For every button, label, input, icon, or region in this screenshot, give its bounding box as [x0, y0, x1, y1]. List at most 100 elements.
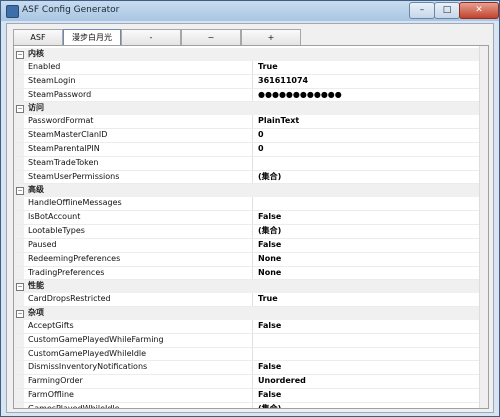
column-divider[interactable]: [252, 156, 253, 170]
property-row[interactable]: FarmOffline False: [14, 389, 488, 403]
category-label: 性能: [28, 281, 44, 291]
property-value[interactable]: None: [258, 267, 281, 280]
row-margin: [14, 333, 24, 347]
close-button[interactable]: ✕: [459, 2, 499, 19]
property-value[interactable]: None: [258, 253, 281, 266]
property-value[interactable]: (集合): [258, 225, 281, 238]
property-name: DismissInventoryNotifications: [28, 362, 148, 372]
property-value[interactable]: True: [258, 61, 278, 74]
category-header[interactable]: − 性能: [14, 280, 488, 294]
property-row[interactable]: SteamParentalPIN 0: [14, 142, 488, 157]
row-margin: [14, 375, 24, 389]
property-row[interactable]: SteamUserPermissions (集合): [14, 170, 488, 185]
category-header[interactable]: − 访问: [14, 102, 488, 116]
maximize-button[interactable]: □: [434, 2, 460, 19]
collapse-toggle-icon[interactable]: −: [16, 283, 24, 292]
collapse-toggle-icon[interactable]: −: [16, 187, 24, 196]
property-name: CardDropsRestricted: [28, 294, 111, 304]
column-divider[interactable]: [252, 170, 253, 184]
tab-rename-button[interactable]: ~: [181, 29, 241, 46]
property-value[interactable]: False: [258, 361, 281, 374]
property-value[interactable]: False: [258, 211, 281, 224]
property-row[interactable]: PasswordFormat PlainText: [14, 115, 488, 130]
property-value[interactable]: PlainText: [258, 115, 299, 128]
property-name: TradingPreferences: [28, 267, 105, 277]
column-divider[interactable]: [252, 333, 253, 347]
column-divider[interactable]: [252, 197, 253, 211]
property-row[interactable]: RedeemingPreferences None: [14, 252, 488, 267]
category-header[interactable]: − 内核: [14, 48, 488, 61]
column-divider[interactable]: [252, 74, 253, 88]
category-header[interactable]: − 杂项: [14, 307, 488, 320]
vertical-scrollbar[interactable]: [479, 46, 488, 408]
row-margin: [14, 211, 24, 224]
column-divider[interactable]: [252, 224, 253, 238]
property-row[interactable]: Enabled True: [14, 60, 488, 75]
property-row[interactable]: SteamMasterClanID 0: [14, 129, 488, 143]
property-row[interactable]: TradingPreferences None: [14, 266, 488, 281]
row-margin: [14, 115, 24, 129]
row-margin: [14, 156, 24, 170]
row-margin: [14, 129, 24, 142]
column-divider[interactable]: [252, 60, 253, 74]
tab-bot-profile[interactable]: 漫步白月光: [63, 29, 121, 46]
column-divider[interactable]: [252, 375, 253, 389]
property-row[interactable]: GamesPlayedWhileIdle (集合): [14, 402, 488, 408]
property-row[interactable]: LootableTypes (集合): [14, 224, 488, 239]
property-value[interactable]: 0: [258, 143, 264, 156]
property-row[interactable]: Paused False: [14, 238, 488, 253]
row-margin: [14, 224, 24, 238]
collapse-toggle-icon[interactable]: −: [16, 51, 24, 59]
property-name: IsBotAccount: [28, 212, 81, 222]
property-row[interactable]: SteamPassword ●●●●●●●●●●●●: [14, 88, 488, 103]
column-divider[interactable]: [252, 115, 253, 129]
client-area: ASF 漫步白月光 - ~ + − 内核 Enabled True SteamLogin…: [6, 23, 494, 413]
column-divider[interactable]: [252, 293, 253, 307]
category-header[interactable]: − 高级: [14, 184, 488, 198]
minimize-button[interactable]: –: [409, 2, 435, 19]
property-row[interactable]: AcceptGifts False: [14, 319, 488, 334]
column-divider[interactable]: [252, 361, 253, 375]
property-value[interactable]: False: [258, 320, 281, 333]
property-row[interactable]: HandleOfflineMessages: [14, 197, 488, 212]
app-window: ASF Config Generator – □ ✕ ASF 漫步白月光 - ~…: [0, 0, 500, 417]
column-divider[interactable]: [252, 319, 253, 333]
property-value[interactable]: False: [258, 389, 281, 402]
column-divider[interactable]: [252, 238, 253, 252]
column-divider[interactable]: [252, 252, 253, 266]
property-row[interactable]: CustomGamePlayedWhileIdle: [14, 347, 488, 362]
column-divider[interactable]: [252, 389, 253, 402]
row-margin: [14, 170, 24, 184]
column-divider[interactable]: [252, 142, 253, 156]
row-margin: [14, 402, 24, 408]
collapse-toggle-icon[interactable]: −: [16, 310, 24, 319]
column-divider[interactable]: [252, 266, 253, 280]
column-divider[interactable]: [252, 211, 253, 224]
property-row[interactable]: SteamTradeToken: [14, 156, 488, 171]
property-grid[interactable]: − 内核 Enabled True SteamLogin 361611074 SteamPa…: [13, 45, 489, 409]
property-row[interactable]: CardDropsRestricted True: [14, 293, 488, 308]
column-divider[interactable]: [252, 129, 253, 142]
property-name: SteamPassword: [28, 89, 92, 99]
property-row[interactable]: SteamLogin 361611074: [14, 74, 488, 89]
property-value[interactable]: Unordered: [258, 375, 306, 388]
property-value[interactable]: False: [258, 239, 281, 252]
collapse-toggle-icon[interactable]: −: [16, 105, 24, 114]
column-divider[interactable]: [252, 347, 253, 361]
property-value[interactable]: 361611074: [258, 75, 308, 88]
property-value[interactable]: ●●●●●●●●●●●●: [258, 89, 342, 102]
property-value[interactable]: (集合): [258, 171, 281, 184]
property-row[interactable]: IsBotAccount False: [14, 211, 488, 225]
column-divider[interactable]: [252, 88, 253, 102]
property-row[interactable]: FarmingOrder Unordered: [14, 375, 488, 390]
tab-add-button[interactable]: +: [241, 29, 301, 46]
title-bar[interactable]: ASF Config Generator – □ ✕: [1, 1, 499, 21]
property-value[interactable]: True: [258, 293, 278, 306]
tab-remove-button[interactable]: -: [121, 29, 181, 46]
property-row[interactable]: CustomGamePlayedWhileFarming: [14, 333, 488, 348]
property-row[interactable]: DismissInventoryNotifications False: [14, 361, 488, 376]
tab-asf[interactable]: ASF: [13, 29, 63, 46]
property-value[interactable]: (集合): [258, 403, 281, 408]
column-divider[interactable]: [252, 402, 253, 408]
property-value[interactable]: 0: [258, 129, 264, 142]
